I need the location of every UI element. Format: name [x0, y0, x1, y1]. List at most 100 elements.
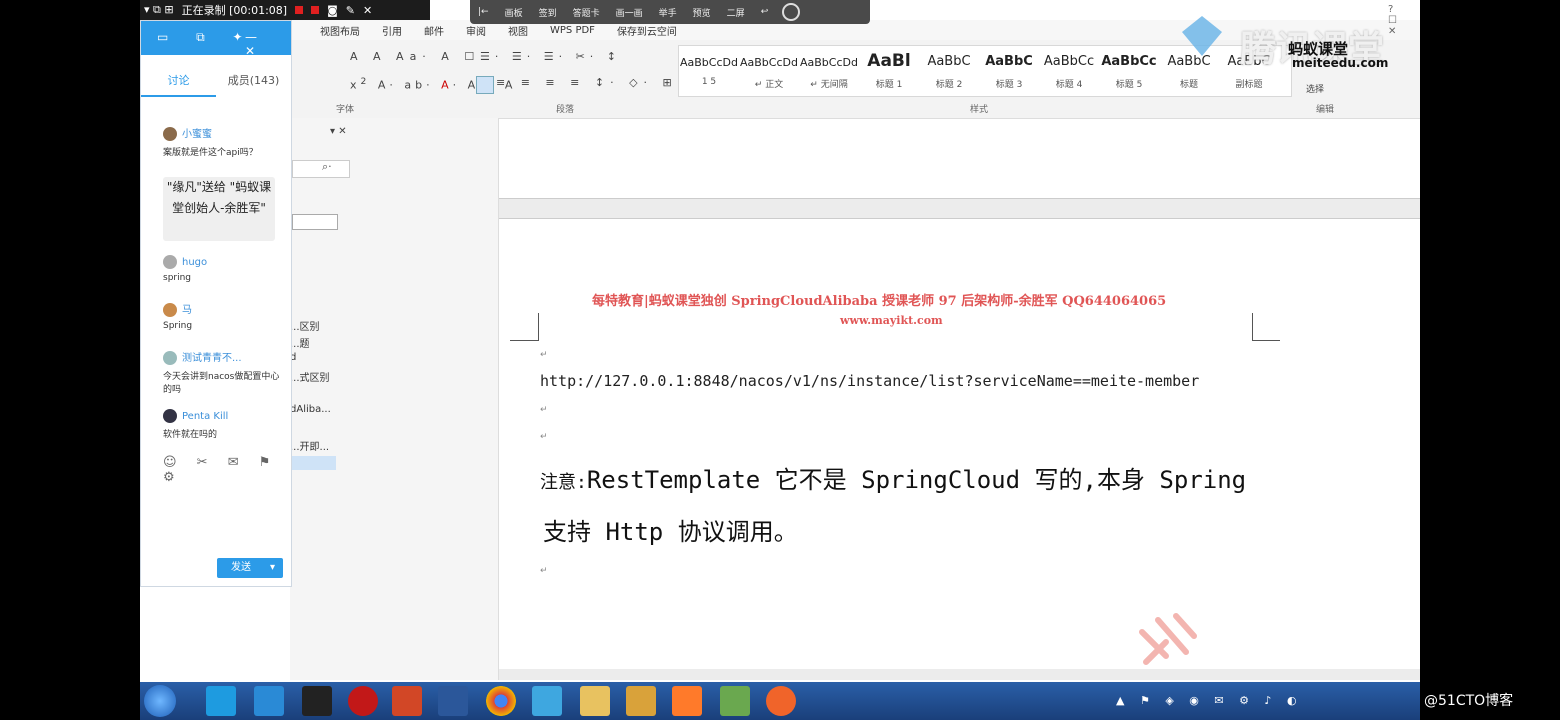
monitor-icon[interactable] [254, 686, 284, 716]
style-item[interactable]: AaBbC 标题 2 [919, 46, 979, 96]
classroom-toolbar: |← 画板 签到 答题卡 画一画 举手 预览 二屏 ↩ [470, 0, 870, 24]
style-item[interactable]: AaBl 标题 1 [859, 46, 919, 96]
style-item[interactable]: AaBbC 标题 3 [979, 46, 1039, 96]
style-preview: AaBbC [985, 54, 1033, 69]
document-header-line: 每特教育|蚂蚁课堂独创 SpringCloudAlibaba 授课老师 97 后… [592, 294, 1167, 309]
chrome-icon[interactable] [486, 686, 516, 716]
tab-wps-pdf[interactable]: WPS PDF [550, 25, 595, 36]
crop-mark-right-h [1252, 340, 1280, 341]
tab-layout[interactable]: 视图布局 [320, 23, 360, 38]
nav-item[interactable]: ...题 [290, 335, 310, 350]
chat-window-controls[interactable]: — ✕ [245, 30, 291, 58]
nav-input[interactable] [292, 214, 338, 230]
nav-item-selected[interactable] [290, 456, 336, 470]
compass-icon[interactable] [766, 686, 796, 716]
recorder-icon[interactable] [348, 686, 378, 716]
search-icon: ⌕· [322, 160, 332, 173]
avatar [163, 351, 177, 365]
powerpoint-icon[interactable] [392, 686, 422, 716]
nav-item[interactable]: ...式区别 [290, 369, 330, 384]
style-item[interactable]: AaBbCc 标题 4 [1039, 46, 1099, 96]
chat-input-tools[interactable]: ☺ ✂ ✉ ⚑ ⚙ [163, 455, 291, 485]
list-controls[interactable]: ☰· ☰· ☰· ✂· ↕ [480, 50, 621, 63]
style-preview: AaBbCcDd [740, 56, 798, 69]
back-icon[interactable]: ↩ [761, 7, 769, 17]
select-button[interactable]: 选择 [1306, 82, 1324, 95]
style-item[interactable]: AaBbCc 标题 5 [1099, 46, 1159, 96]
message-text: spring [163, 273, 192, 283]
style-label: 标题 1 [875, 80, 903, 90]
message-text: 案版就是件这个api吗？ [163, 148, 258, 158]
toolbar-preview[interactable]: 预览 [693, 6, 711, 19]
tab-view[interactable]: 视图 [508, 23, 528, 38]
note-line-2[interactable]: 支持 Http 协议调用。 [543, 512, 798, 547]
group-edit-label: 编辑 [1316, 105, 1335, 115]
message-author: 小蜜蜜 [182, 129, 212, 140]
word-icon[interactable] [438, 686, 468, 716]
style-label: 标题 3 [995, 80, 1023, 90]
style-label: 标题 [1179, 80, 1198, 90]
start-button[interactable] [144, 685, 176, 717]
document-page[interactable] [387, 218, 1420, 669]
close-icon[interactable]: ✕ [363, 4, 372, 17]
style-item[interactable]: AaBbCcDd 1 5 [679, 46, 739, 96]
pen-icon[interactable]: ✎ [346, 4, 355, 17]
note-label: 注意: [540, 472, 587, 493]
toolbar-whiteboard[interactable]: 画板 [505, 6, 523, 19]
nacos-url-text[interactable]: http://127.0.0.1:8848/nacos/v1/ns/instan… [540, 372, 1199, 390]
skype-icon[interactable] [206, 686, 236, 716]
align-controls[interactable]: ≡ ≡ ≡ ≡ ↕· ◇· ⊞· [496, 76, 687, 89]
toolbar-raise-hand[interactable]: 举手 [659, 6, 677, 19]
tab-references[interactable]: 引用 [382, 23, 402, 38]
tab-review[interactable]: 审阅 [466, 23, 486, 38]
record-icon[interactable] [295, 6, 304, 14]
paragraph-mark: ↵ [540, 405, 548, 415]
chat-message: Penta Kill 软件就在吗的 [163, 409, 228, 440]
archive-icon[interactable] [626, 686, 656, 716]
style-item[interactable]: AaBbCcDd ↵ 无间隔 [799, 46, 859, 96]
toolbar-checkin[interactable]: 签到 [539, 6, 557, 19]
tencent-classroom-icon[interactable] [532, 686, 562, 716]
align-left-button[interactable] [476, 76, 494, 94]
image-editor-icon[interactable] [720, 686, 750, 716]
chevron-down-icon[interactable]: ▾ [270, 558, 275, 578]
folder-icon[interactable] [580, 686, 610, 716]
nav-item[interactable]: ...区别 [290, 318, 320, 333]
menu-icon[interactable]: ▾ ⧉ ⊞ [144, 3, 174, 17]
send-button[interactable]: 发送 ▾ [217, 558, 283, 578]
style-label: 1 5 [701, 77, 717, 87]
nav-search-input[interactable] [292, 160, 350, 178]
tab-members[interactable]: 成员(143) [216, 67, 291, 97]
taskbar: ▲ ⚑ ◈ ◉ ✉ ⚙ ♪ ◐ [140, 682, 1420, 720]
intellij-icon[interactable] [302, 686, 332, 716]
paragraph-mark: ↵ [540, 350, 548, 360]
camera-icon[interactable]: ◙ [327, 4, 338, 17]
tab-mail[interactable]: 邮件 [424, 23, 444, 38]
group-styles-label: 样式 [970, 105, 989, 115]
toolbar-second-screen[interactable]: 二屏 [727, 6, 745, 19]
window-controls[interactable]: ? ☐ ✕ [1388, 4, 1420, 37]
chat-header: ▭ ⧉ ✦ — ✕ [141, 21, 291, 58]
screen: 每特教育|蚂蚁课堂独创 SpringCloudAlibaba 授课老师 97 后… [140, 0, 1420, 720]
power-icon[interactable] [782, 3, 801, 21]
sublime-icon[interactable] [672, 686, 702, 716]
tab-discuss[interactable]: 讨论 [141, 67, 216, 97]
group-paragraph-label: 段落 [556, 105, 575, 115]
toolbar-answer-card[interactable]: 答题卡 [573, 6, 600, 19]
tencent-classroom-logo-icon [1182, 16, 1222, 56]
stop-icon[interactable] [311, 6, 320, 14]
watermark-logo-icon [1139, 613, 1197, 665]
system-tray[interactable]: ▲ ⚑ ◈ ◉ ✉ ⚙ ♪ ◐ [1116, 694, 1303, 707]
chat-header-icons[interactable]: ▭ ⧉ ✦ [157, 30, 255, 45]
tab-save-cloud[interactable]: 保存到云空间 [617, 23, 677, 38]
collapse-icon[interactable]: |← [478, 7, 489, 17]
message-author: 测试青青不... [182, 353, 242, 364]
nav-item[interactable]: ...开即... [290, 438, 329, 453]
nav-item[interactable]: dAliba... [290, 404, 331, 415]
font-controls[interactable]: A A Aa· A ☐ [350, 50, 480, 63]
nav-close-icon[interactable]: ▾ ✕ [330, 126, 347, 137]
message-text: 软件就在吗的 [163, 430, 218, 440]
note-line-1[interactable]: 注意:RestTemplate 它不是 SpringCloud 写的,本身 Sp… [540, 460, 1246, 495]
toolbar-draw[interactable]: 画一画 [616, 6, 643, 19]
style-item[interactable]: AaBbCcDd ↵ 正文 [739, 46, 799, 96]
